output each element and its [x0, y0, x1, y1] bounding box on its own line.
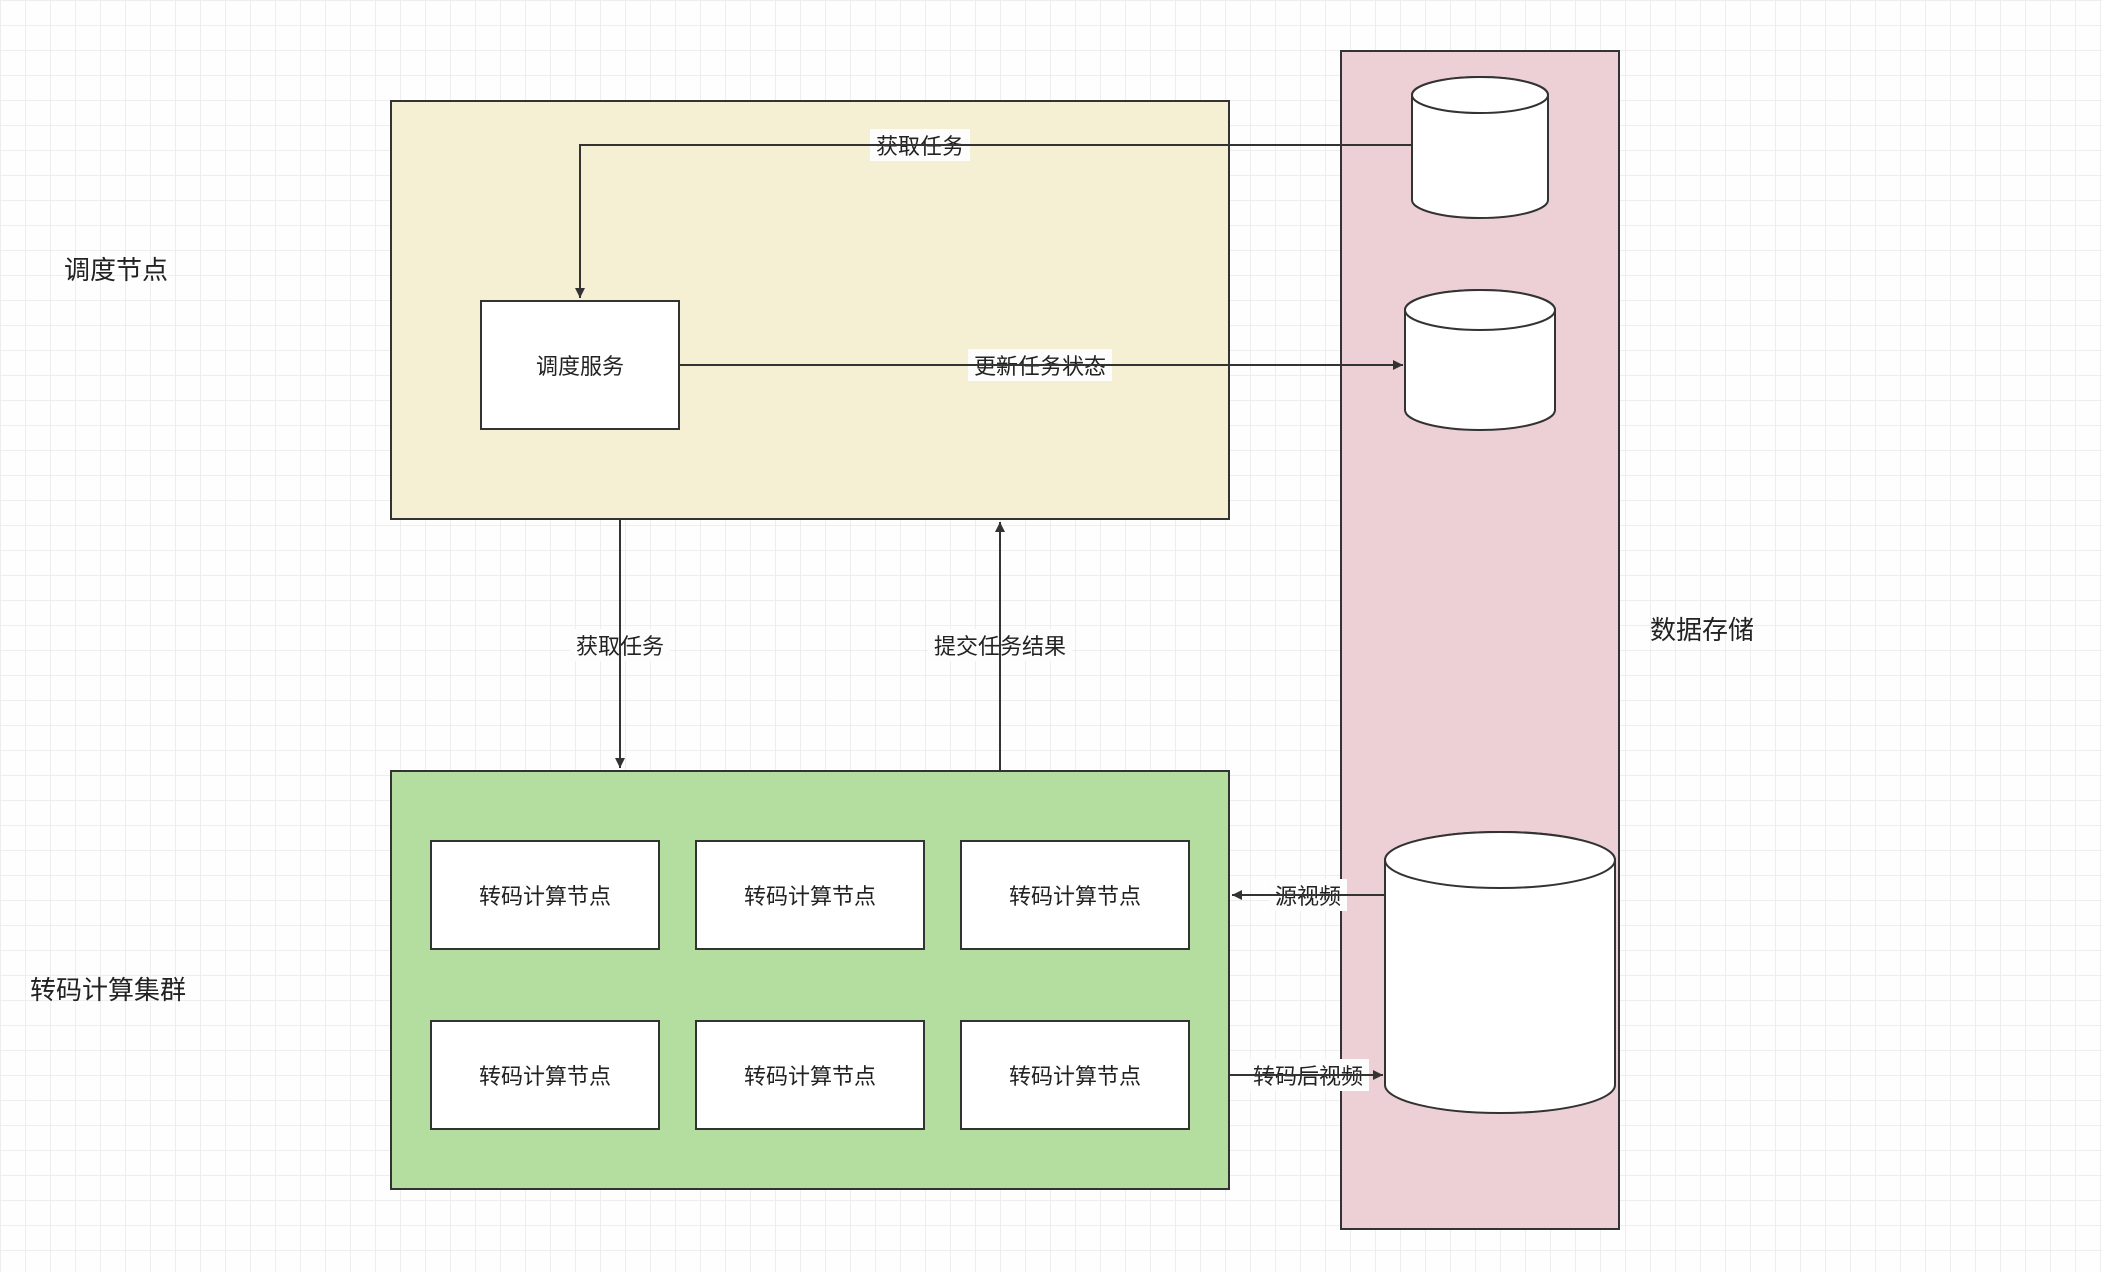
worker-node: 转码计算节点: [430, 1020, 660, 1130]
section-title-cluster: 转码计算集群: [30, 970, 186, 1007]
worker-label: 转码计算节点: [479, 1059, 611, 1091]
storage-container: [1340, 50, 1620, 1230]
edge-label-submit-result: 提交任务结果: [928, 629, 1072, 661]
worker-label: 转码计算节点: [744, 1059, 876, 1091]
worker-node: 转码计算节点: [960, 840, 1190, 950]
worker-node: 转码计算节点: [695, 1020, 925, 1130]
worker-label: 转码计算节点: [1009, 879, 1141, 911]
edge-label-transcoded-video: 转码后视频: [1247, 1059, 1369, 1091]
task-queue-label-line2: 列: [1469, 150, 1491, 176]
edge-label-update-status: 更新任务状态: [968, 349, 1112, 381]
filesystem-label: 文件系统: [1430, 950, 1570, 980]
diagram-canvas: 调度节点 转码计算集群 数据存储 调度服务 转码计算节点 转码计算节点 转码计算…: [0, 0, 2102, 1272]
worker-label: 转码计算节点: [744, 879, 876, 911]
edge-label-fetch-task-1: 获取任务: [870, 129, 970, 161]
scheduler-service-node: 调度服务: [480, 300, 680, 430]
task-queue-label-line1: 任务队: [1447, 124, 1513, 150]
section-title-storage: 数据存储: [1650, 610, 1754, 647]
worker-node: 转码计算节点: [695, 840, 925, 950]
worker-node: 转码计算节点: [960, 1020, 1190, 1130]
edge-label-fetch-task-2: 获取任务: [570, 629, 670, 661]
worker-label: 转码计算节点: [479, 879, 611, 911]
scheduler-service-label: 调度服务: [536, 349, 624, 381]
section-title-scheduler: 调度节点: [64, 250, 168, 287]
worker-node: 转码计算节点: [430, 840, 660, 950]
mysql-label: MySQL: [1420, 345, 1540, 375]
worker-label: 转码计算节点: [1009, 1059, 1141, 1091]
edge-label-source-video: 源视频: [1269, 879, 1347, 911]
task-queue-label: 任务队 列: [1415, 120, 1545, 180]
